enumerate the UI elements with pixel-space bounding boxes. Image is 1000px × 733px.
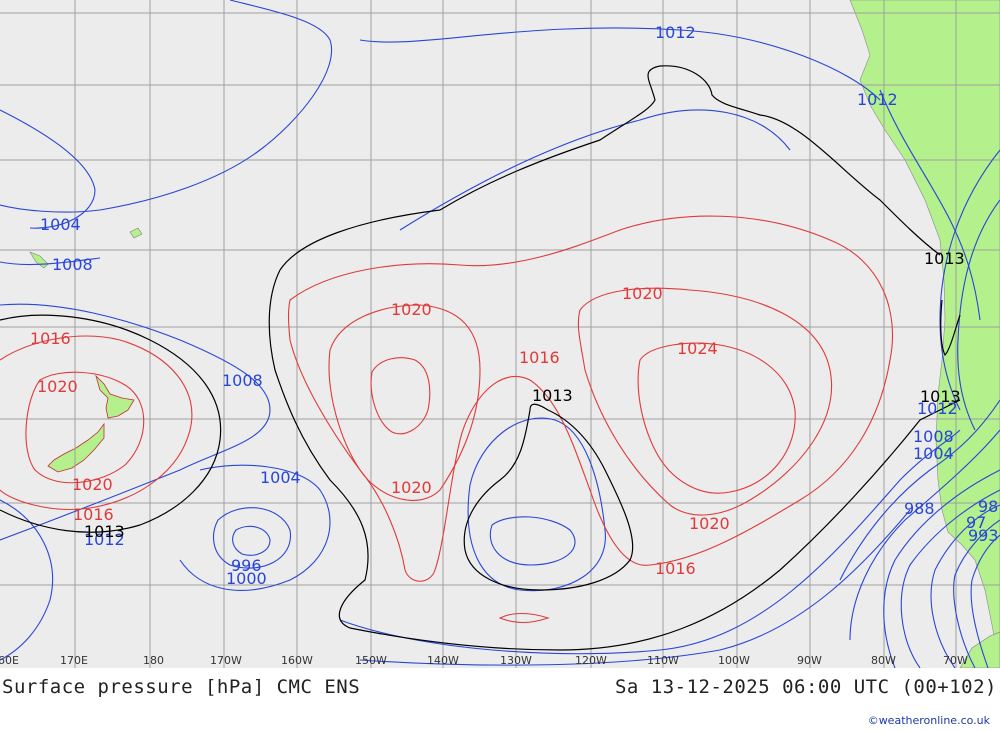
isobar-label: 1004 bbox=[260, 468, 301, 487]
isobar-label: 993 bbox=[968, 526, 999, 545]
lon-label: 130W bbox=[500, 654, 532, 667]
pressure-map: 1012 1012 1004 1008 1008 1004 996 1000 1… bbox=[0, 0, 1000, 668]
isobar-label: 1020 bbox=[689, 514, 730, 533]
lon-label: 100W bbox=[718, 654, 750, 667]
isobar-label: 1016 bbox=[519, 348, 560, 367]
isobar-label: 1020 bbox=[72, 475, 113, 494]
isobar-label: 1008 bbox=[222, 371, 263, 390]
isobar-label: 1004 bbox=[913, 444, 954, 463]
isobar-label: 1012 bbox=[857, 90, 898, 109]
isobar-label: 1000 bbox=[226, 569, 267, 588]
lon-label: 70W bbox=[943, 654, 968, 667]
lon-label: 170W bbox=[210, 654, 242, 667]
lon-label: 120W bbox=[575, 654, 607, 667]
lon-label: 150W bbox=[355, 654, 387, 667]
lon-label: 180 bbox=[143, 654, 164, 667]
lon-label: 110W bbox=[647, 654, 679, 667]
isobar-label: 988 bbox=[904, 499, 935, 518]
credit-link[interactable]: ©weatheronline.co.uk bbox=[868, 714, 990, 727]
lon-label: 140W bbox=[427, 654, 459, 667]
forecast-datetime: Sa 13-12-2025 06:00 UTC (00+102) bbox=[614, 676, 997, 698]
isobar-label: 1004 bbox=[40, 215, 81, 234]
isobar-label: 1020 bbox=[622, 284, 663, 303]
isobar-label: 1008 bbox=[52, 255, 93, 274]
isobar-label: 1016 bbox=[655, 559, 696, 578]
isobar-label: 1020 bbox=[391, 300, 432, 319]
isobar-label: 1013 bbox=[920, 387, 961, 406]
isobar-label: 1016 bbox=[30, 329, 71, 348]
map-title: Surface pressure [hPa] CMC ENS bbox=[2, 676, 361, 698]
isobar-label: 1013 bbox=[532, 386, 573, 405]
lon-label: 60E bbox=[0, 654, 19, 667]
isobar-label: 1024 bbox=[677, 339, 718, 358]
isobar-label: 1020 bbox=[37, 377, 78, 396]
isobar-label: 1020 bbox=[391, 478, 432, 497]
lon-label: 160W bbox=[281, 654, 313, 667]
lon-label: 170E bbox=[60, 654, 88, 667]
isobar-label: 1012 bbox=[655, 23, 696, 42]
lon-label: 80W bbox=[871, 654, 896, 667]
isobar-label: 1013 bbox=[924, 249, 965, 268]
isobar-label: 1013 bbox=[84, 522, 125, 541]
lon-label: 90W bbox=[797, 654, 822, 667]
